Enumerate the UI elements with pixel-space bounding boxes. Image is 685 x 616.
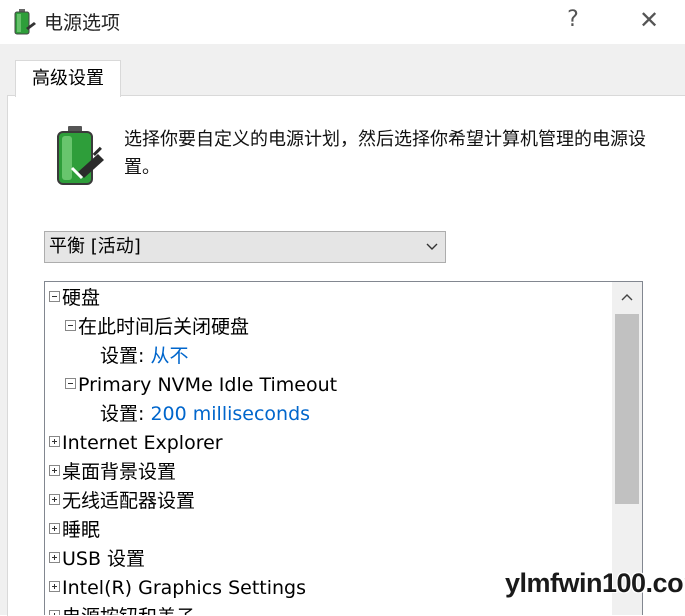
chevron-up-icon[interactable] [612,282,642,312]
tree-node-intel-graphics[interactable]: Intel(R) Graphics Settings [49,574,306,603]
expand-icon[interactable] [49,494,60,505]
tree-node-turn-off-disk[interactable]: 在此时间后关闭硬盘 [65,313,249,342]
tree-node-power-buttons[interactable]: 电源按钮和盖子 [49,603,195,615]
tree-node-desktop-background[interactable]: 桌面背景设置 [49,458,176,487]
window-title: 电源选项 [44,12,121,34]
tree-node-label: 在此时间后关闭硬盘 [78,316,250,338]
power-plan-dropdown[interactable]: 平衡 [活动] [44,231,446,263]
tree-node-label: 无线适配器设置 [62,490,196,512]
settings-tree[interactable]: 硬盘 在此时间后关闭硬盘 设置: 从不 Primary NVMe Idle Ti… [44,281,643,615]
setting-prefix: 设置: [100,345,145,367]
setting-value-row: 设置: 200 milliseconds [100,400,310,429]
collapse-icon[interactable] [49,291,60,302]
tree-node-label: Intel(R) Graphics Settings [62,577,307,599]
tree-node-wireless-adapter[interactable]: 无线适配器设置 [49,487,195,516]
tree-node-label: 硬盘 [62,287,101,309]
expand-icon[interactable] [49,610,60,615]
tree-node-nvme-timeout[interactable]: Primary NVMe Idle Timeout [65,371,337,400]
setting-value-link[interactable]: 200 milliseconds [150,403,310,425]
vertical-scrollbar[interactable] [612,282,642,615]
setting-value-row: 设置: 从不 [100,342,188,371]
tree-node-label: Internet Explorer [62,432,223,454]
expand-icon[interactable] [49,465,60,476]
tree-node-internet-explorer[interactable]: Internet Explorer [49,429,223,458]
expand-icon[interactable] [49,523,60,534]
description-text: 选择你要自定义的电源计划，然后选择你希望计算机管理的电源设置。 [124,129,646,178]
setting-prefix: 设置: [100,403,145,425]
tree-node-usb[interactable]: USB 设置 [49,545,145,574]
tree-node-label: 睡眠 [62,519,101,541]
title-bar: 电源选项 ? ✕ [0,0,685,44]
power-plan-value: 平衡 [活动] [49,236,141,257]
expand-icon[interactable] [49,581,60,592]
tab-advanced-settings[interactable]: 高级设置 [15,60,121,97]
setting-value-link[interactable]: 从不 [150,345,188,367]
tree-node-label: 桌面背景设置 [62,461,177,483]
collapse-icon[interactable] [65,320,76,331]
tree-node-label: USB 设置 [62,548,146,570]
watermark: ylmfwin100.com [505,568,685,598]
tree-node-hard-disk[interactable]: 硬盘 [49,284,100,313]
battery-plug-icon [57,126,104,185]
scrollbar-thumb[interactable] [615,314,639,504]
battery-plug-icon [14,9,36,35]
tree-node-label: 电源按钮和盖子 [62,606,195,615]
collapse-icon[interactable] [65,378,76,389]
tree-node-sleep[interactable]: 睡眠 [49,516,100,545]
expand-icon[interactable] [49,552,60,563]
help-button[interactable]: ? [558,4,588,36]
tree-node-label: Primary NVMe Idle Timeout [78,374,338,396]
expand-icon[interactable] [49,436,60,447]
chevron-down-icon [426,243,438,250]
close-button[interactable]: ✕ [632,4,666,36]
